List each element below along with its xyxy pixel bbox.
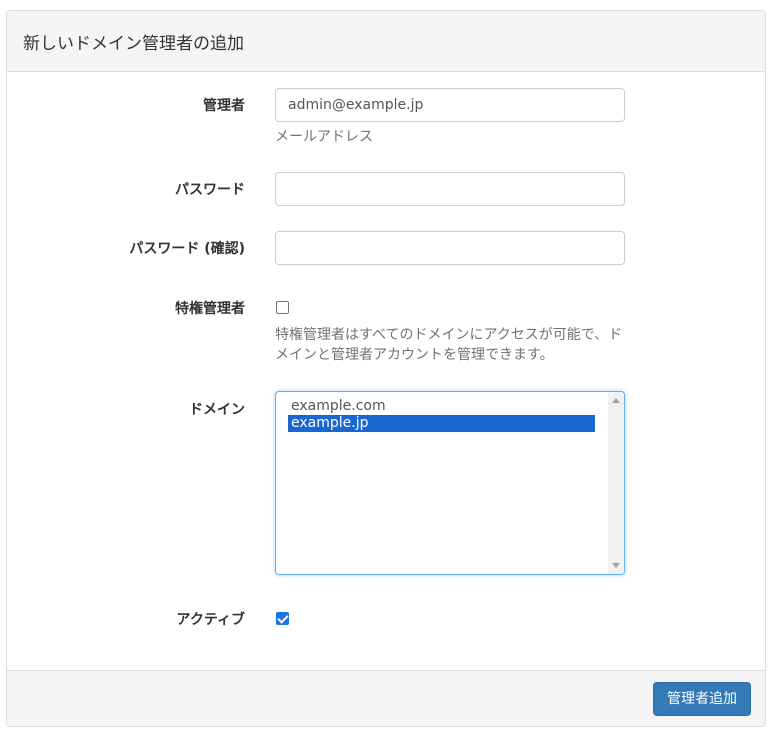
add-domain-admin-panel: 新しいドメイン管理者の追加 管理者 admin@example.jp メールアド… bbox=[6, 10, 766, 727]
domain-multiselect[interactable]: example.com example.jp bbox=[275, 391, 625, 575]
active-checkbox[interactable] bbox=[276, 612, 289, 625]
password-input[interactable] bbox=[275, 172, 625, 206]
password-label: パスワード bbox=[175, 182, 245, 198]
admin-email-input[interactable]: admin@example.jp bbox=[275, 88, 625, 122]
super-admin-checkbox[interactable] bbox=[276, 301, 289, 314]
password-confirm-input[interactable] bbox=[275, 231, 625, 265]
domain-scrollbar[interactable] bbox=[608, 392, 624, 574]
super-admin-help: 特権管理者はすべてのドメインにアクセスが可能で、ドメインと管理者アカウントを管理… bbox=[275, 327, 623, 363]
panel-heading: 新しいドメイン管理者の追加 bbox=[7, 11, 765, 72]
panel-title: 新しいドメイン管理者の追加 bbox=[23, 34, 244, 54]
add-admin-button[interactable]: 管理者追加 bbox=[653, 682, 751, 716]
password-confirm-label: パスワード (確認) bbox=[129, 241, 245, 257]
admin-label: 管理者 bbox=[203, 98, 245, 114]
super-admin-label: 特権管理者 bbox=[175, 301, 245, 317]
scroll-up-arrow-icon[interactable] bbox=[612, 398, 620, 403]
active-label: アクティブ bbox=[176, 612, 245, 628]
admin-email-help: メールアドレス bbox=[275, 129, 373, 145]
domain-option-example-jp[interactable]: example.jp bbox=[288, 415, 595, 432]
panel-footer: 管理者追加 bbox=[7, 670, 765, 726]
scroll-down-arrow-icon[interactable] bbox=[612, 563, 620, 568]
domain-label: ドメイン bbox=[189, 402, 245, 418]
domain-option-example-com[interactable]: example.com bbox=[288, 398, 595, 415]
